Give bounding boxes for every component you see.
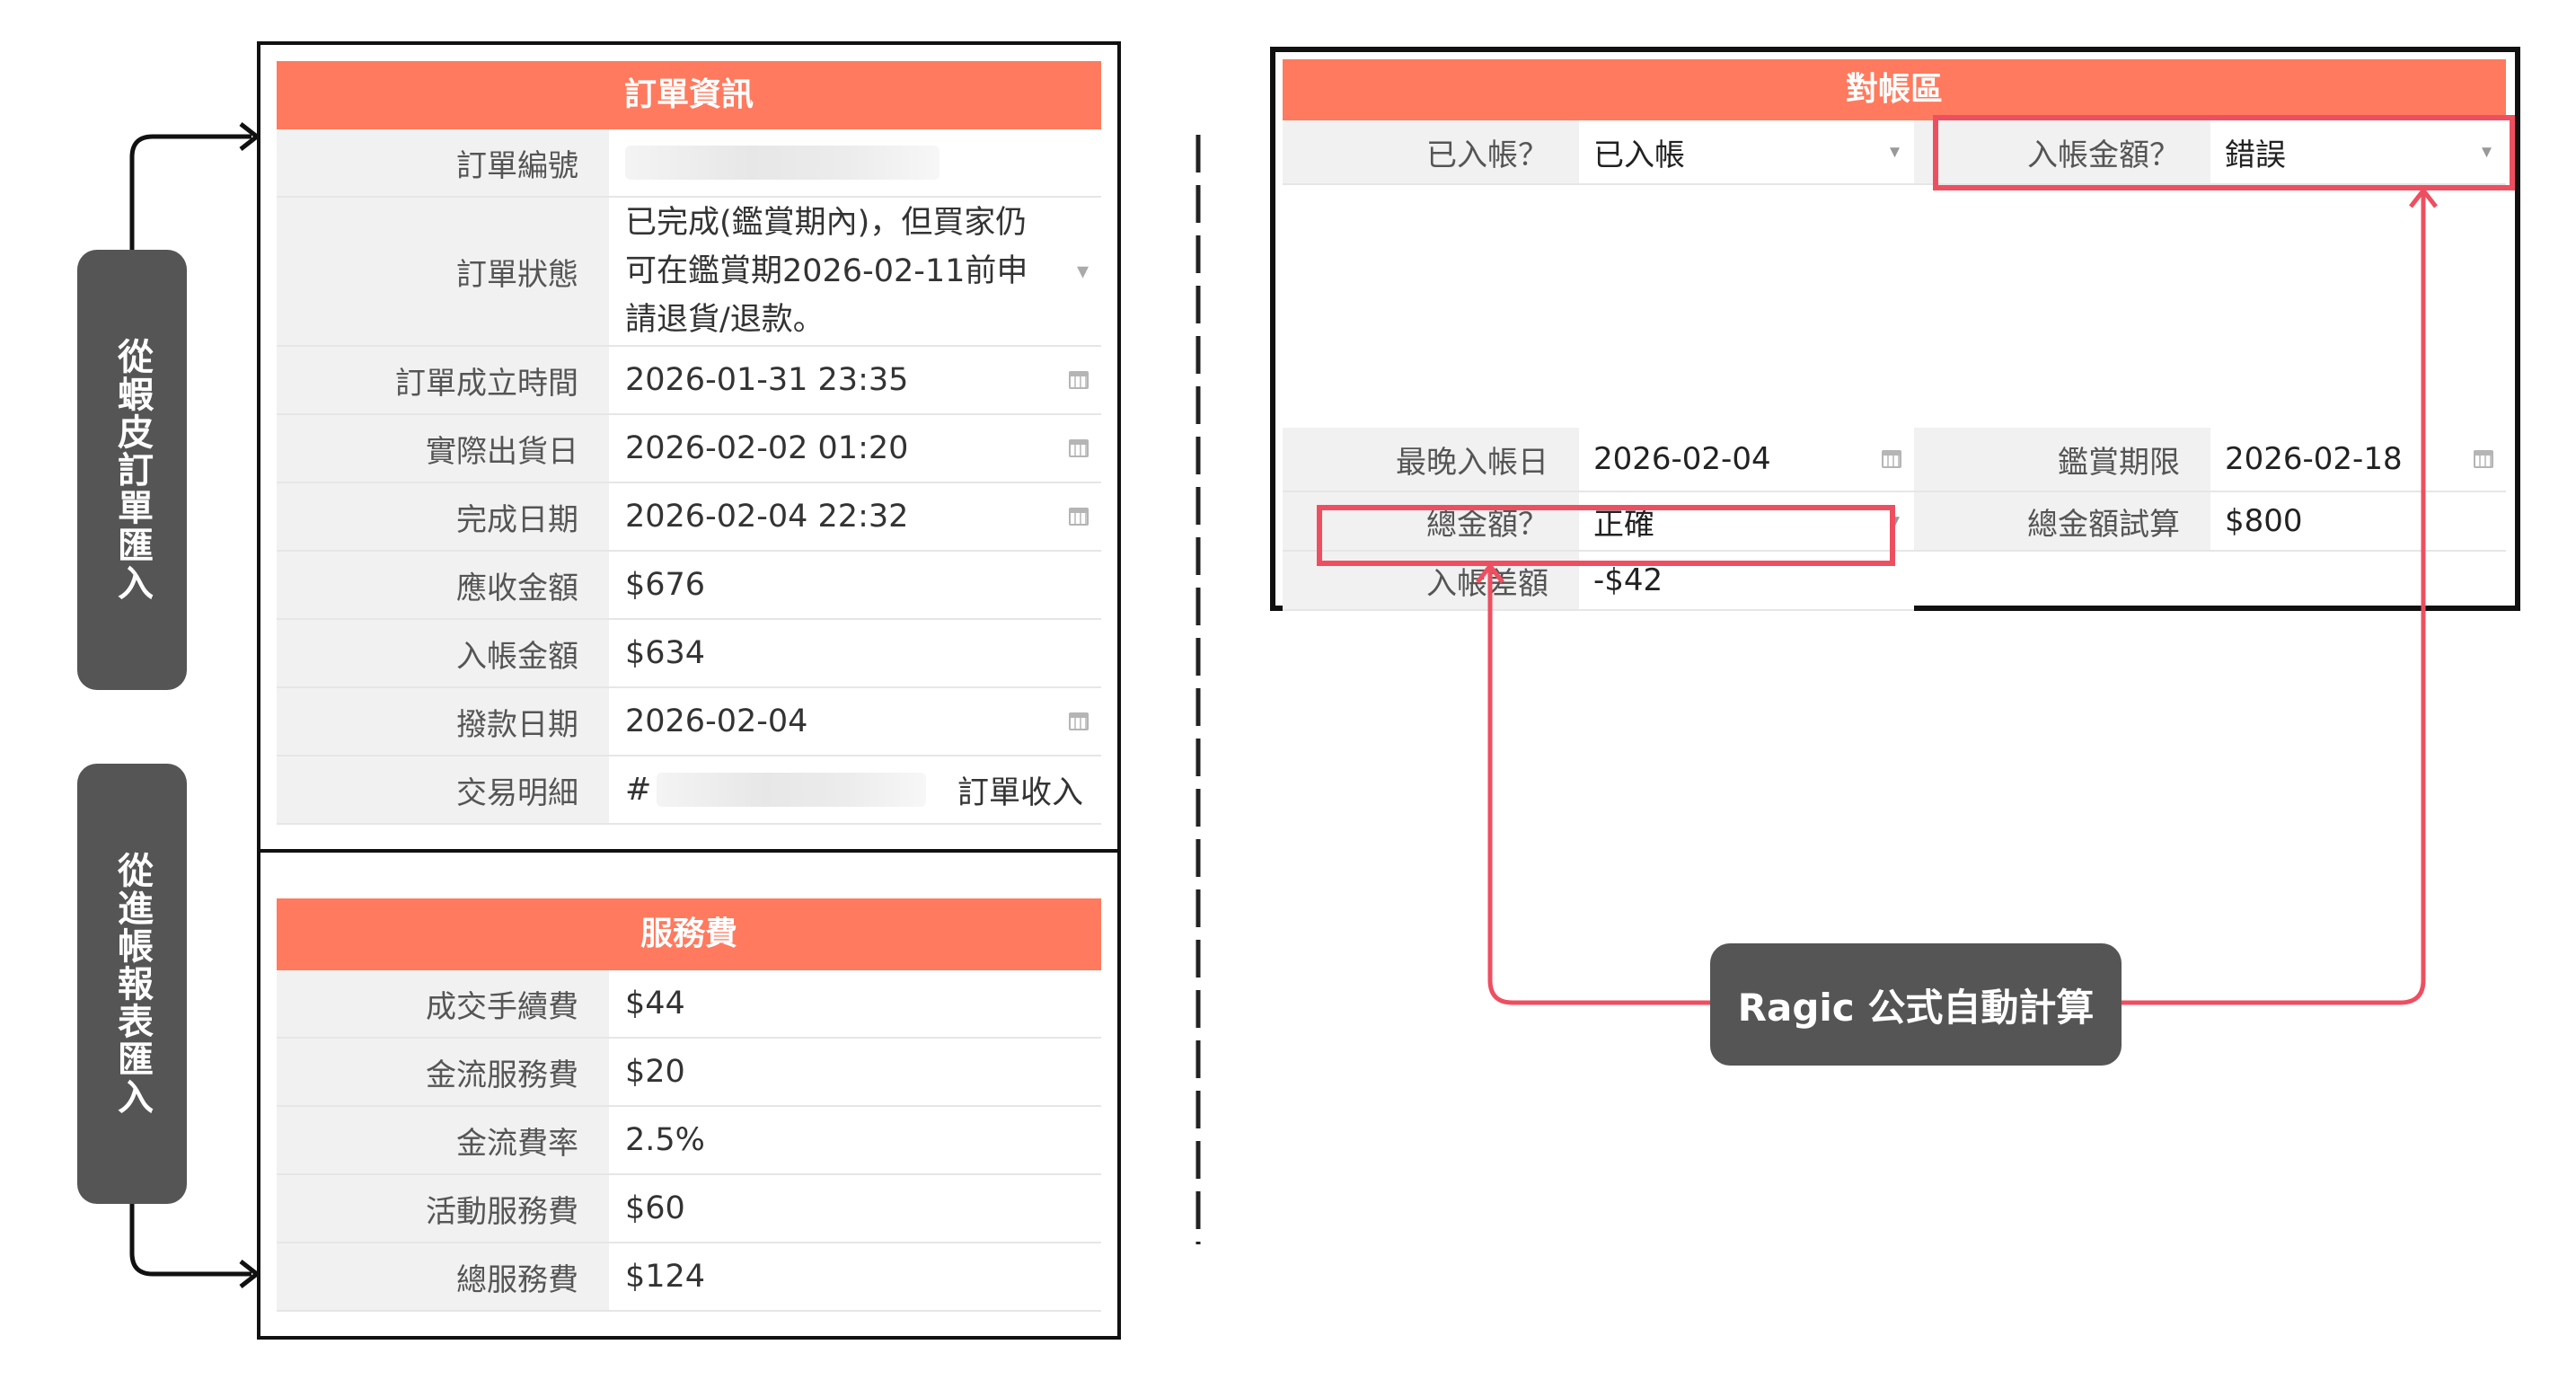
formula-connectors (1476, 186, 2438, 1005)
formula-badge: Ragic 公式自動計算 (1710, 943, 2122, 1066)
